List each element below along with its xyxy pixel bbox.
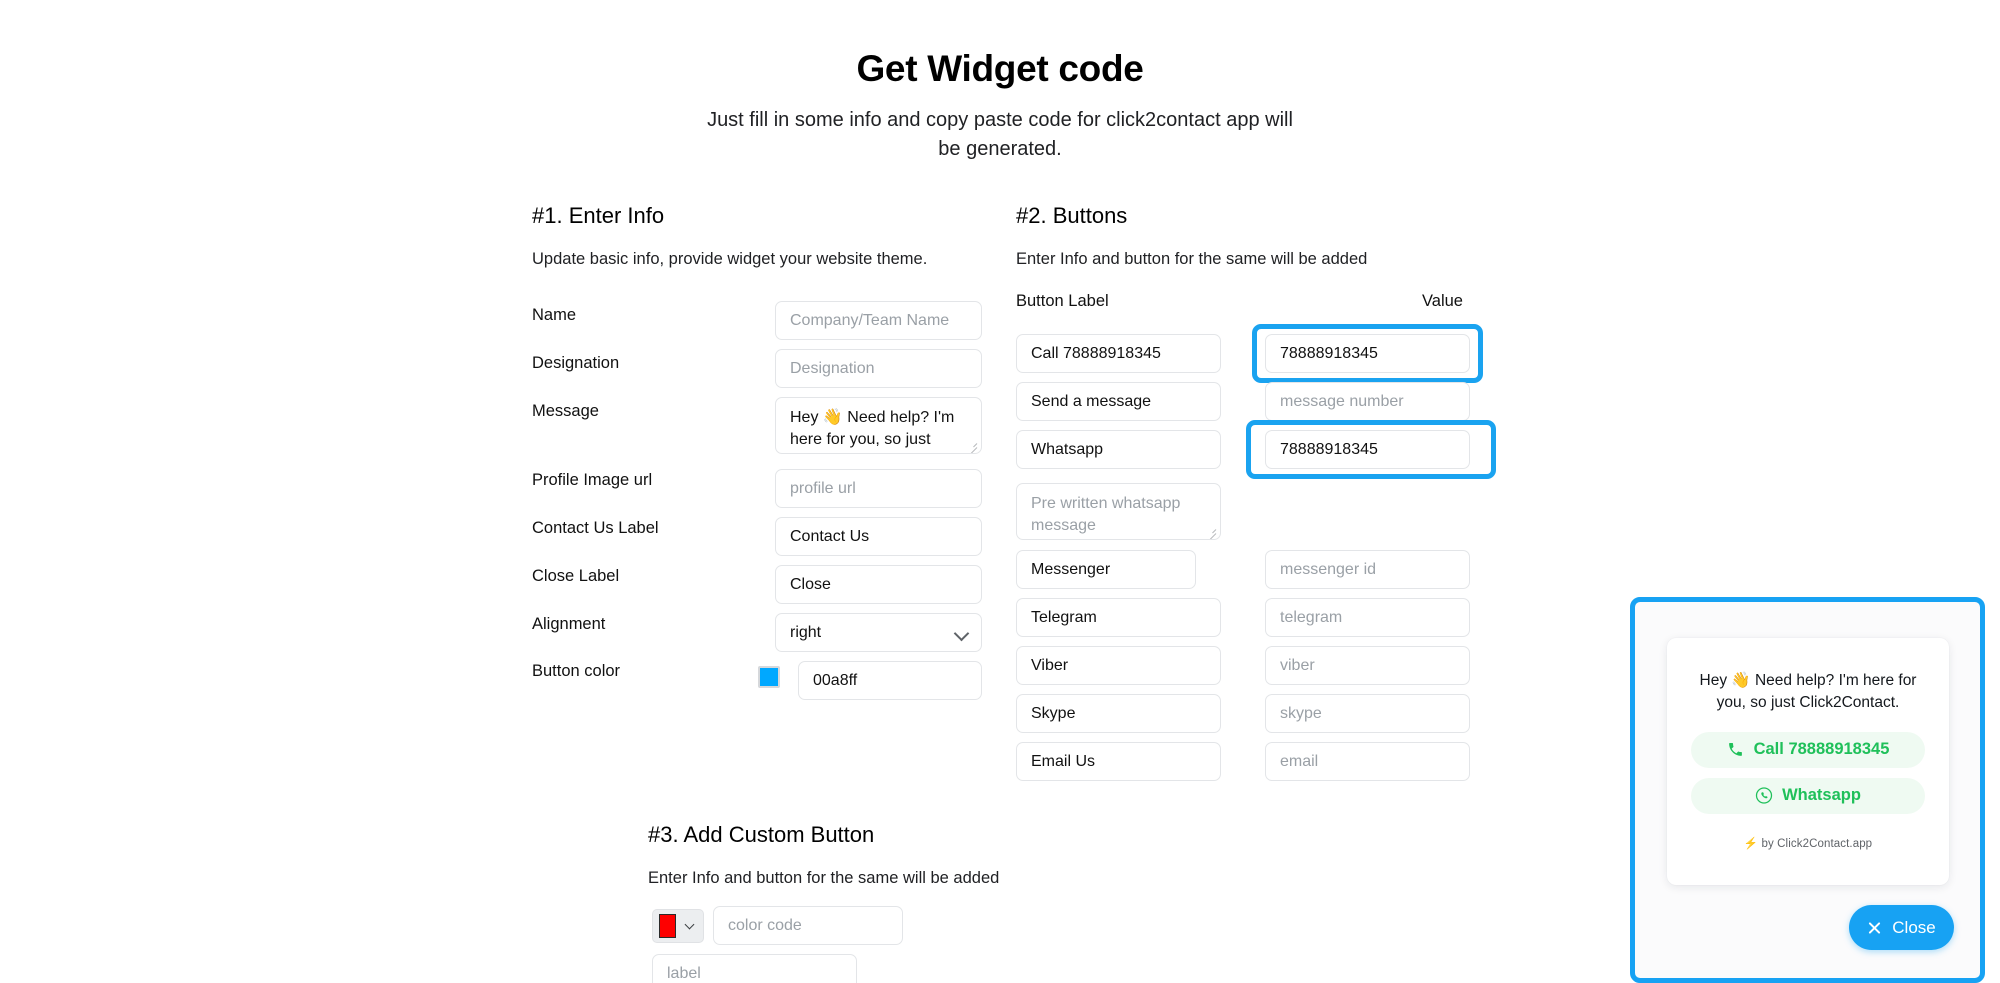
custom-color-swatch [659,914,676,938]
profile-image-url-label: Profile Image url [532,471,653,489]
widget-call-button[interactable]: Call 78888918345 [1691,731,1925,768]
button-label-input-whatsapp[interactable]: Whatsapp [1016,430,1221,469]
button-label-input-messenger[interactable]: Messenger [1016,550,1196,589]
widget-preview-frame: Hey 👋 Need help? I'm here for you, so ju… [1630,597,1985,983]
resize-grip-icon[interactable] [966,439,978,451]
message-textarea[interactable]: Hey 👋 Need help? I'm here for you, so ju… [775,397,982,454]
name-label: Name [532,306,577,324]
widget-whatsapp-button-label: Whatsapp [1782,786,1861,805]
phone-icon [1727,741,1745,759]
section-3-title: #3. Add Custom Button [648,822,875,847]
custom-button-label-input[interactable]: label [652,954,857,983]
designation-input[interactable]: Designation [775,349,982,388]
button-label-input-viber[interactable]: Viber [1016,646,1221,685]
widget-call-button-label: Call 78888918345 [1753,740,1890,759]
section-1-title: #1. Enter Info [532,203,665,228]
close-label-input[interactable]: Close [775,565,982,604]
widget-footer: ⚡ by Click2Contact.app [1667,836,1949,850]
button-value-input-email[interactable]: email [1265,742,1470,781]
section-3-description: Enter Info and button for the same will … [648,869,1000,887]
widget-code-generator-page: Get Widget code Just fill in some info a… [0,0,2000,983]
name-input[interactable]: Company/Team Name [775,301,982,340]
section-2-description: Enter Info and button for the same will … [1016,250,1368,268]
alignment-select[interactable]: right [775,613,982,652]
close-x-icon [1867,920,1882,935]
widget-preview-card: Hey 👋 Need help? I'm here for you, so ju… [1667,638,1949,885]
widget-footer-text: by Click2Contact.app [1761,837,1873,850]
resize-grip-icon[interactable] [1205,525,1217,537]
button-value-input-messenger[interactable]: messenger id [1265,550,1470,589]
alignment-label: Alignment [532,615,606,633]
button-color-swatch[interactable] [758,666,780,688]
designation-label: Designation [532,354,620,372]
contact-us-label-label: Contact Us Label [532,519,659,537]
button-value-input-viber[interactable]: viber [1265,646,1470,685]
button-value-input-whatsapp[interactable]: 78888918345 [1265,430,1470,469]
widget-close-button-label: Close [1892,917,1936,937]
bolt-icon: ⚡ [1743,837,1759,850]
page-title: Get Widget code [856,48,1144,89]
page-subtitle: Just fill in some info and copy paste co… [707,108,1293,160]
prewritten-whatsapp-message-placeholder: Pre written whatsapp message [1031,495,1181,534]
button-color-label: Button color [532,662,621,680]
button-label-input-email[interactable]: Email Us [1016,742,1221,781]
section-2-title: #2. Buttons [1016,203,1128,228]
page-header: Get Widget code Just fill in some info a… [0,0,2000,164]
button-color-input[interactable]: 00a8ff [798,661,982,700]
button-value-input-telegram[interactable]: telegram [1265,598,1470,637]
widget-whatsapp-button[interactable]: Whatsapp [1691,777,1925,814]
alignment-select-value: right [790,624,822,641]
close-label-label: Close Label [532,567,620,585]
button-label-input-telegram[interactable]: Telegram [1016,598,1221,637]
button-label-input-skype[interactable]: Skype [1016,694,1221,733]
message-textarea-value: Hey 👋 Need help? I'm here for you, so ju… [790,409,955,453]
profile-url-input[interactable]: profile url [775,469,982,508]
button-label-column-header: Button Label [1016,292,1109,310]
section-1-description: Update basic info, provide widget your w… [532,250,928,268]
custom-button-color-select[interactable] [652,909,704,943]
button-label-input-call[interactable]: Call 78888918345 [1016,334,1221,373]
message-label: Message [532,402,599,420]
button-label-input-send-message[interactable]: Send a message [1016,382,1221,421]
chevron-down-icon [953,625,970,641]
button-value-input-call[interactable]: 78888918345 [1265,334,1470,373]
button-value-input-skype[interactable]: skype [1265,694,1470,733]
prewritten-whatsapp-message-textarea[interactable]: Pre written whatsapp message [1016,483,1221,540]
widget-close-button[interactable]: Close [1849,905,1954,950]
button-value-input-send-message[interactable]: message number [1265,382,1470,421]
chevron-down-icon [684,919,695,930]
custom-color-code-input[interactable]: color code [713,906,903,945]
contact-us-label-input[interactable]: Contact Us [775,517,982,556]
widget-message: Hey 👋 Need help? I'm here for you, so ju… [1699,672,1917,712]
value-column-header: Value [1422,292,1463,310]
whatsapp-icon [1755,787,1773,805]
